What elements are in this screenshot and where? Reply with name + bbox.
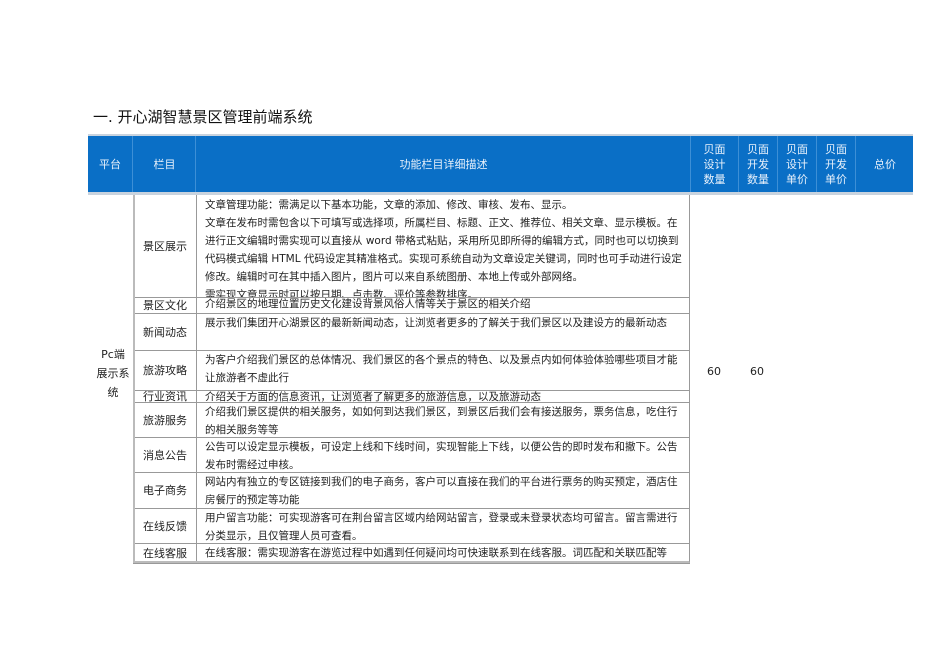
design-qty: 60 — [707, 365, 721, 378]
section-title: 一. 开心湖智慧景区管理前端系统 — [93, 108, 313, 126]
header-dev-qty: 贝面开发数量 — [738, 136, 777, 192]
header-platform: 平台 — [99, 157, 121, 171]
dev-qty: 60 — [750, 365, 764, 378]
header-dev-price: 贝面开发单价 — [816, 136, 855, 192]
header-design-qty: 贝面设计数量 — [690, 136, 738, 192]
header-column: 栏目 — [132, 136, 196, 192]
platform-cell: Pc端展示系统 — [96, 348, 130, 399]
header-design-price: 贝面设计单价 — [777, 136, 816, 192]
table-header: 平台 栏目 功能栏目详细描述 贝面设计数量 贝面开发数量 贝面设计单价 贝面开发… — [88, 134, 913, 195]
header-description: 功能栏目详细描述 — [195, 136, 691, 192]
table-border — [133, 195, 690, 563]
header-total: 总价 — [855, 136, 914, 192]
